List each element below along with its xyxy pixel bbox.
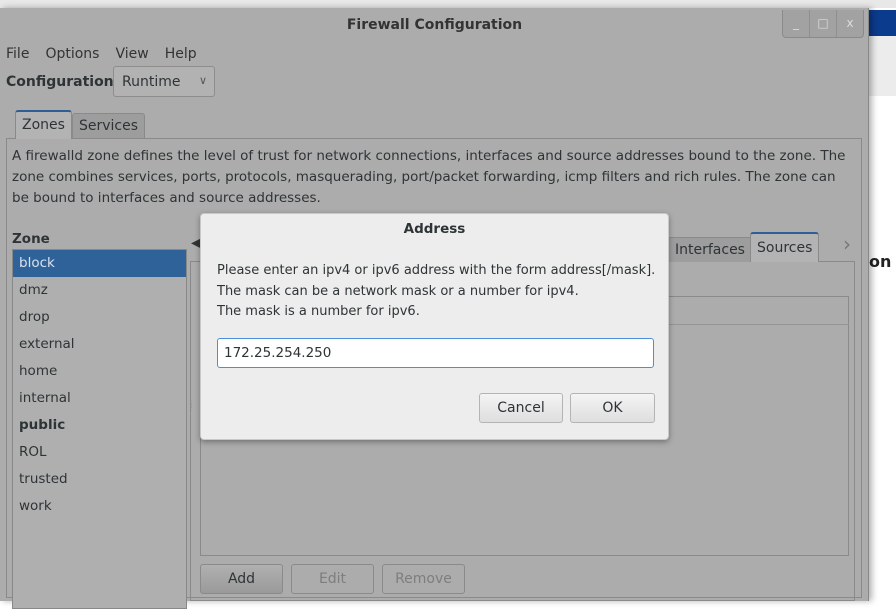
- address-dialog: Address Please enter an ipv4 or ipv6 add…: [200, 213, 669, 440]
- zone-item-rol[interactable]: ROL: [13, 439, 186, 466]
- menu-file[interactable]: File: [6, 46, 29, 62]
- background-window-header: [869, 10, 896, 36]
- address-input[interactable]: [217, 338, 654, 368]
- edit-source-button[interactable]: Edit: [291, 564, 374, 594]
- zone-item-external[interactable]: external: [13, 331, 186, 358]
- menu-view[interactable]: View: [115, 46, 148, 62]
- tab-services[interactable]: Services: [72, 113, 146, 138]
- dialog-title: Address: [403, 221, 466, 237]
- zone-item-trusted[interactable]: trusted: [13, 466, 186, 493]
- add-source-button[interactable]: Add: [200, 564, 283, 594]
- window-title: Firewall Configuration: [346, 17, 523, 33]
- dialog-message-line: Please enter an ipv4 or ipv6 address wit…: [217, 263, 656, 278]
- zone-list[interactable]: block dmz drop external home internal pu…: [12, 249, 187, 609]
- zone-item-dmz[interactable]: dmz: [13, 277, 186, 304]
- tab-sources[interactable]: Sources: [750, 232, 820, 262]
- menu-help[interactable]: Help: [165, 46, 197, 62]
- scroll-tabs-right-icon[interactable]: ›: [843, 232, 851, 256]
- window-controls: _ □ x: [782, 10, 864, 38]
- tab-zones[interactable]: Zones: [15, 110, 72, 139]
- zone-item-internal[interactable]: internal: [13, 385, 186, 412]
- menu-options[interactable]: Options: [45, 46, 99, 62]
- chevron-down-icon: ∨: [198, 74, 207, 87]
- zone-item-block[interactable]: block: [13, 250, 186, 277]
- dialog-message-line: The mask can be a network mask or a numb…: [217, 283, 579, 299]
- cancel-button[interactable]: Cancel: [479, 393, 563, 423]
- configuration-label: Configuration:: [6, 74, 120, 90]
- minimize-button[interactable]: _: [783, 10, 810, 37]
- dialog-message: Please enter an ipv4 or ipv6 address wit…: [217, 261, 655, 323]
- background-window-toolbar: [869, 36, 896, 96]
- zone-description: A firewalld zone defines the level of tr…: [12, 148, 846, 206]
- tab-interfaces[interactable]: Interfaces: [668, 237, 752, 262]
- maximize-button[interactable]: □: [810, 10, 837, 37]
- configuration-value: Runtime: [122, 74, 181, 90]
- top-panel: [0, 0, 896, 8]
- background-window-text: on: [869, 252, 892, 271]
- zone-item-work[interactable]: work: [13, 493, 186, 520]
- dialog-message-line: The mask is a number for ipv6.: [217, 304, 420, 319]
- close-button[interactable]: x: [837, 10, 863, 37]
- menu-bar: File Options View Help: [6, 46, 197, 62]
- zone-item-public[interactable]: public: [13, 412, 186, 439]
- ok-button[interactable]: OK: [570, 393, 655, 423]
- configuration-select[interactable]: Runtime ∨: [113, 66, 215, 97]
- remove-source-button[interactable]: Remove: [382, 564, 465, 594]
- zone-item-drop[interactable]: drop: [13, 304, 186, 331]
- zone-item-home[interactable]: home: [13, 358, 186, 385]
- zone-label: Zone: [12, 231, 50, 247]
